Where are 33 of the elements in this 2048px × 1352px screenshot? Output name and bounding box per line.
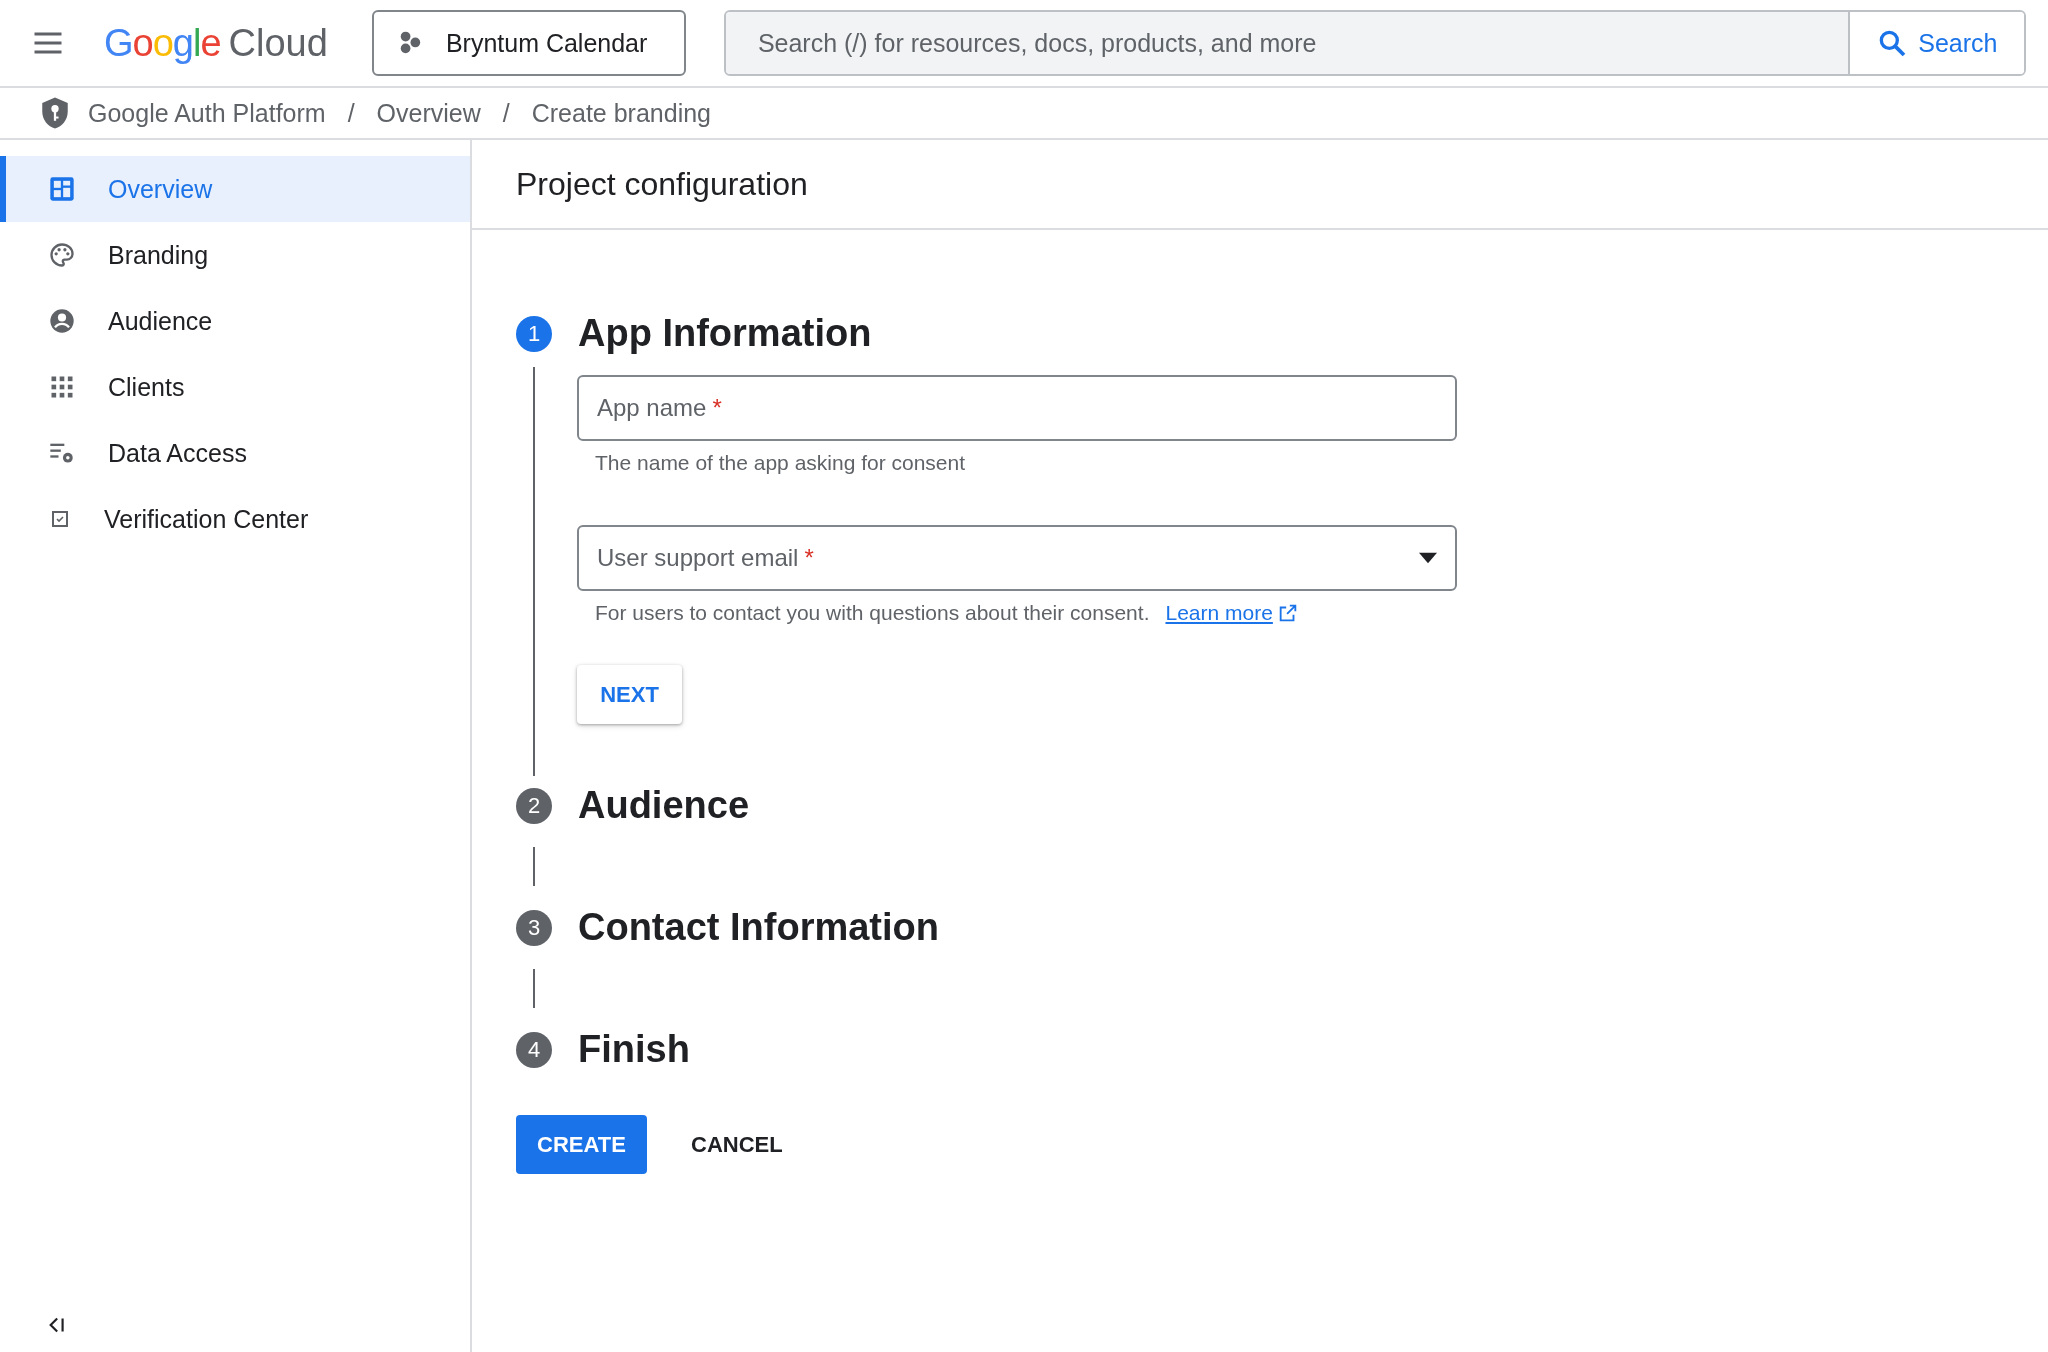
next-button[interactable]: NEXT xyxy=(577,665,682,724)
step-title: Audience xyxy=(578,784,750,827)
helper-text: The name of the app asking for consent xyxy=(595,451,966,475)
step-title: Finish xyxy=(578,1028,690,1071)
helper-text: For users to contact you with questions about their consent. xyxy=(595,601,1150,625)
sidebar-item[interactable]: Clients xyxy=(0,354,470,420)
sidebar-item[interactable]: Verification Center xyxy=(0,486,470,552)
breadcrumb-separator: / xyxy=(347,98,355,128)
cancel-button[interactable]: CANCEL xyxy=(691,1131,783,1158)
page-title: Project configuration xyxy=(516,165,808,203)
breadcrumb-link[interactable]: Google Auth Platform xyxy=(88,98,326,128)
step-number: 4 xyxy=(516,1031,552,1068)
step-title: Contact Information xyxy=(578,906,939,949)
sidebar-item[interactable]: Data Access xyxy=(0,420,470,486)
logo[interactable]: Google Cloud xyxy=(104,21,328,65)
sidebar-item[interactable]: Overview xyxy=(0,156,470,222)
sidebar-item[interactable]: Branding xyxy=(0,222,470,288)
step-number: 1 xyxy=(516,315,552,352)
palette-icon xyxy=(48,241,76,269)
create-button[interactable]: CREATE xyxy=(516,1115,647,1174)
dashboard-icon xyxy=(48,175,76,203)
step-number: 2 xyxy=(516,787,552,824)
project-picker[interactable]: Bryntum Calendar xyxy=(371,10,686,76)
person-icon xyxy=(48,307,76,335)
step-title: App Information xyxy=(578,312,872,355)
learn-more-link[interactable]: Learn more xyxy=(1165,601,1299,625)
step-number: 3 xyxy=(516,909,552,946)
breadcrumb-separator: / xyxy=(502,98,510,128)
breadcrumb-link[interactable]: Overview xyxy=(376,98,481,128)
breadcrumb-link[interactable]: Create branding xyxy=(531,98,712,128)
sidebar-item[interactable]: Audience xyxy=(0,288,470,354)
input-field[interactable]: App name * xyxy=(577,375,1457,441)
select-field[interactable]: User support email * xyxy=(577,525,1457,591)
